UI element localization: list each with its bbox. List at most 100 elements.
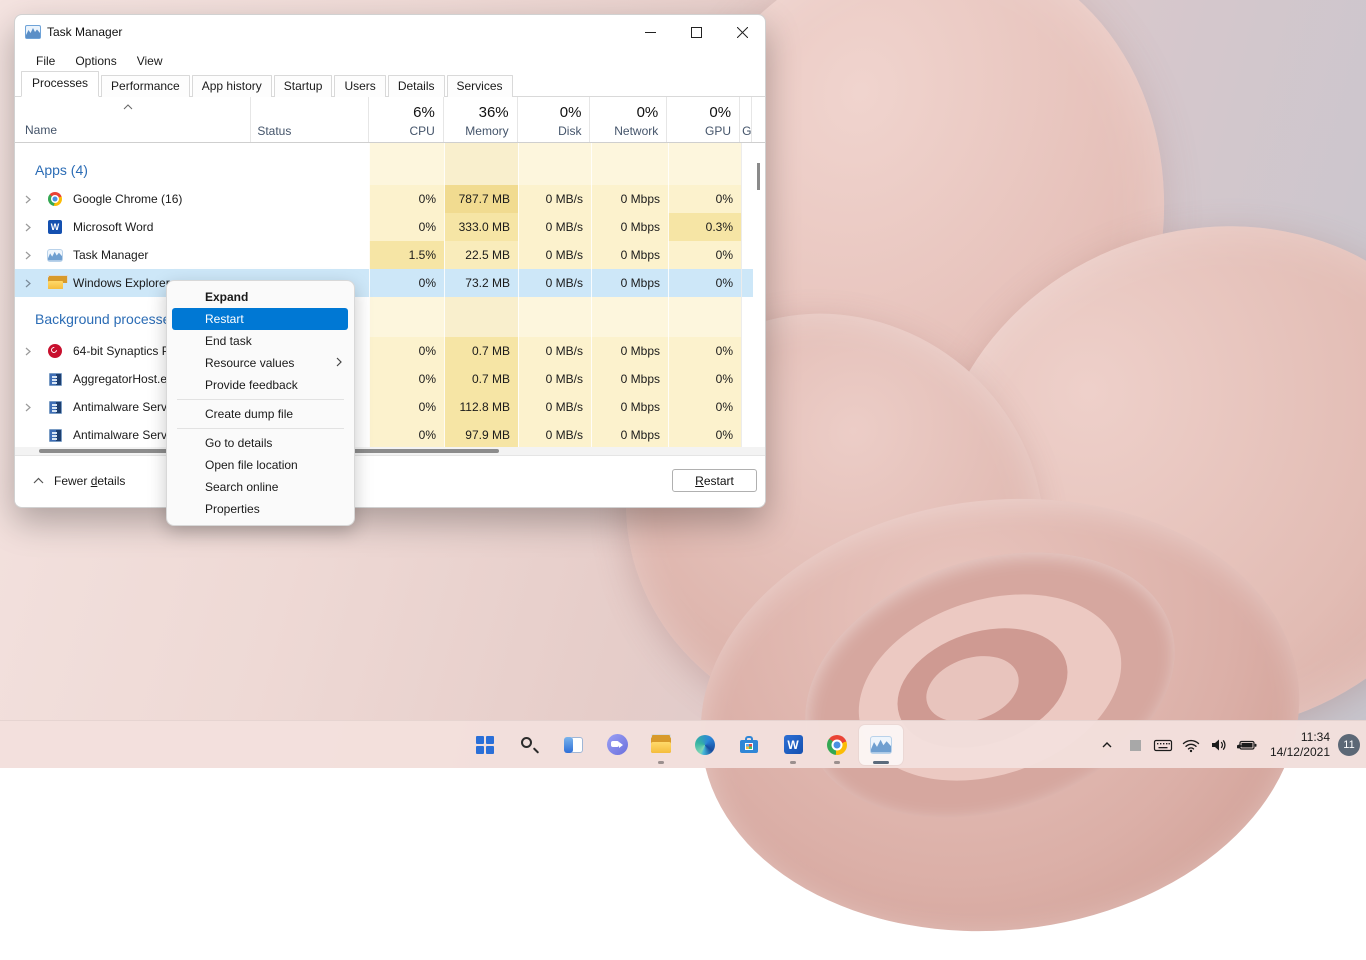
cell-memory: 0.7 MB xyxy=(444,365,518,393)
tab-details[interactable]: Details xyxy=(388,75,445,97)
process-row-antimalware-2[interactable]: Antimalware Service Executable 0% 97.9 M… xyxy=(15,421,765,447)
notification-badge[interactable]: 11 xyxy=(1338,734,1360,756)
column-header-memory[interactable]: 36% Memory xyxy=(443,97,517,142)
fewer-details-toggle[interactable]: Fewer details xyxy=(33,474,125,488)
clock-date: 14/12/2021 xyxy=(1270,745,1330,760)
context-menu-item-expand[interactable]: Expand xyxy=(167,286,354,308)
minimize-icon xyxy=(645,27,656,38)
process-row-synaptics[interactable]: 64-bit Synaptics Pointing Enhance Servic… xyxy=(15,337,765,365)
wifi-button[interactable] xyxy=(1178,725,1204,765)
process-row-windows-explorer[interactable]: Windows Explorer 0% 73.2 MB 0 MB/s 0 Mbp… xyxy=(15,269,765,297)
expand-chevron-icon[interactable] xyxy=(24,279,32,288)
folder-icon xyxy=(48,277,63,289)
touch-keyboard-button[interactable] xyxy=(1150,725,1176,765)
chat-button[interactable] xyxy=(595,725,639,765)
start-button[interactable] xyxy=(463,725,507,765)
expand-chevron-icon[interactable] xyxy=(24,347,32,356)
expand-chevron-icon[interactable] xyxy=(24,403,32,412)
cell-gpu: 0% xyxy=(668,421,741,447)
cell-network: 0 Mbps xyxy=(591,365,668,393)
menu-options[interactable]: Options xyxy=(66,51,125,71)
footer-bar: Fewer details Restart xyxy=(15,455,765,505)
tab-users[interactable]: Users xyxy=(334,75,385,97)
word-button[interactable]: W xyxy=(771,725,815,765)
cell-gpu: 0.3% xyxy=(668,213,741,241)
cell-memory: 787.7 MB xyxy=(444,185,518,213)
file-explorer-button[interactable] xyxy=(639,725,683,765)
process-row-task-manager[interactable]: Task Manager 1.5% 22.5 MB 0 MB/s 0 Mbps … xyxy=(15,241,765,269)
task-view-button[interactable] xyxy=(551,725,595,765)
task-manager-icon xyxy=(870,736,892,754)
cell-disk: 0 MB/s xyxy=(518,421,591,447)
context-menu-item-go-to-details[interactable]: Go to details xyxy=(167,432,354,454)
expand-chevron-icon[interactable] xyxy=(24,251,32,260)
edge-button[interactable] xyxy=(683,725,727,765)
cell-memory: 22.5 MB xyxy=(444,241,518,269)
edge-icon xyxy=(695,735,715,755)
column-header-gpu-engine[interactable]: GPU engine xyxy=(739,97,751,142)
windows-logo-icon xyxy=(476,736,494,754)
chrome-button[interactable] xyxy=(815,725,859,765)
column-header-disk[interactable]: 0% Disk xyxy=(517,97,590,142)
cell-cpu: 0% xyxy=(369,269,444,297)
cell-cpu: 1.5% xyxy=(369,241,444,269)
column-header-name[interactable]: Name xyxy=(15,97,250,142)
cell-gpu: 0% xyxy=(668,393,741,421)
cell-network: 0 Mbps xyxy=(591,185,668,213)
close-button[interactable] xyxy=(719,15,765,49)
vertical-scrollbar[interactable] xyxy=(757,163,760,190)
task-manager-button[interactable] xyxy=(859,725,903,765)
menu-view[interactable]: View xyxy=(128,51,172,71)
app-icon xyxy=(49,401,62,414)
context-menu-item-create-dump-file[interactable]: Create dump file xyxy=(167,403,354,425)
expand-chevron-icon[interactable] xyxy=(24,195,32,204)
tab-startup[interactable]: Startup xyxy=(274,75,333,97)
context-menu-item-properties[interactable]: Properties xyxy=(167,498,354,520)
expand-chevron-icon[interactable] xyxy=(24,223,32,232)
cell-disk: 0 MB/s xyxy=(518,241,591,269)
context-menu-item-restart[interactable]: Restart xyxy=(172,308,348,330)
horizontal-scrollbar[interactable] xyxy=(15,447,765,455)
menu-separator xyxy=(177,428,344,429)
cell-cpu: 0% xyxy=(369,337,444,365)
hidden-icons-button[interactable] xyxy=(1094,725,1120,765)
process-row-antimalware-1[interactable]: Antimalware Service Executable 0% 112.8 … xyxy=(15,393,765,421)
context-menu-item-search-online[interactable]: Search online xyxy=(167,476,354,498)
cell-gpu: 0% xyxy=(668,337,741,365)
clock[interactable]: 11:34 14/12/2021 xyxy=(1262,730,1334,760)
taskbar-search-button[interactable] xyxy=(507,725,551,765)
battery-button[interactable] xyxy=(1234,725,1260,765)
maximize-button[interactable] xyxy=(673,15,719,49)
tab-processes[interactable]: Processes xyxy=(21,71,99,97)
tab-app-history[interactable]: App history xyxy=(192,75,272,97)
menu-file[interactable]: File xyxy=(27,51,64,71)
process-row-aggregatorhost[interactable]: AggregatorHost.exe 0% 0.7 MB 0 MB/s 0 Mb… xyxy=(15,365,765,393)
column-header-status[interactable]: Status xyxy=(250,97,368,142)
tray-app-icon[interactable] xyxy=(1122,725,1148,765)
title-bar[interactable]: Task Manager xyxy=(15,15,765,49)
header-scrollbar-gutter xyxy=(751,97,765,142)
context-menu-item-resource-values[interactable]: Resource values xyxy=(167,352,354,374)
volume-button[interactable] xyxy=(1206,725,1232,765)
cell-status xyxy=(251,241,369,269)
process-row-microsoft-word[interactable]: W Microsoft Word 0% 333.0 MB 0 MB/s 0 Mb… xyxy=(15,213,765,241)
section-header-background-processes[interactable]: Background processes xyxy=(15,297,765,337)
column-header-network[interactable]: 0% Network xyxy=(589,97,666,142)
store-button[interactable] xyxy=(727,725,771,765)
file-explorer-icon xyxy=(651,737,671,753)
context-menu: Expand Restart End task Resource values … xyxy=(166,280,355,526)
minimize-button[interactable] xyxy=(627,15,673,49)
context-menu-item-provide-feedback[interactable]: Provide feedback xyxy=(167,374,354,396)
process-row-google-chrome[interactable]: Google Chrome (16) 0% 787.7 MB 0 MB/s 0 … xyxy=(15,185,765,213)
restart-button[interactable]: Restart xyxy=(672,469,757,492)
tab-performance[interactable]: Performance xyxy=(101,75,190,97)
context-menu-item-end-task[interactable]: End task xyxy=(167,330,354,352)
cell-disk: 0 MB/s xyxy=(518,393,591,421)
tab-services[interactable]: Services xyxy=(447,75,513,97)
column-header-cpu[interactable]: 6% CPU xyxy=(368,97,443,142)
synaptics-icon xyxy=(48,344,62,358)
context-menu-item-open-file-location[interactable]: Open file location xyxy=(167,454,354,476)
cell-network: 0 Mbps xyxy=(591,337,668,365)
column-header-gpu[interactable]: 0% GPU xyxy=(666,97,739,142)
section-header-apps[interactable]: Apps (4) xyxy=(15,155,765,185)
